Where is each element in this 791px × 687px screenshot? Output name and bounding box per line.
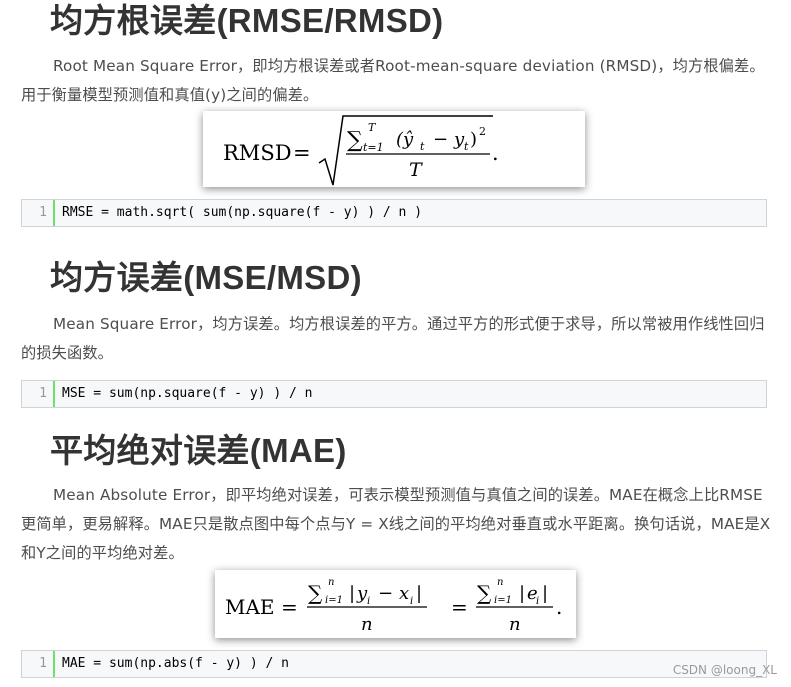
denominator-2: n — [509, 614, 521, 635]
sum-lower-limit-2: i=1 — [494, 595, 512, 606]
sum-lower-limit: i=1 — [325, 595, 343, 606]
mae-lhs: MAE — [225, 595, 275, 619]
heading-mse: 均方误差(MSE/MSD) — [50, 259, 362, 296]
sum-symbol-2: ∑ — [477, 581, 492, 605]
code-line: RMSE = math.sqrt( sum(np.square(f - y) )… — [62, 205, 423, 220]
minus-sign: − — [378, 583, 393, 604]
mae-formula: MAE = ∑ n i=1 | y i − x i | n = ∑ n i=1 … — [215, 570, 576, 638]
period: . — [556, 595, 562, 619]
rmsd-formula: RMSD = ∑ T t=1 (ŷ t − y t ) 2 T . — [203, 111, 585, 187]
abs-bar-left: | — [349, 583, 355, 604]
rmsd-lhs: RMSD — [223, 141, 292, 165]
heading-rmse: 均方根误差(RMSE/RMSD) — [50, 2, 444, 39]
line-number: 1 — [22, 200, 55, 226]
equals-2: = — [451, 595, 468, 619]
sum-upper-limit-2: n — [497, 577, 503, 588]
term-yhat: (ŷ — [396, 129, 414, 150]
sub-yhat: t — [420, 140, 425, 153]
abs-bar-right: | — [416, 583, 422, 604]
abs-bar-left-2: | — [519, 583, 525, 604]
sum-upper-limit: T — [368, 121, 377, 134]
heading-mae: 平均绝对误差(MAE) — [50, 432, 347, 469]
close-paren: ) — [470, 129, 477, 150]
sub-x: i — [410, 596, 413, 607]
code-block-mae: 1 MAE = sum(np.abs(f - y) ) / n — [21, 650, 767, 678]
abs-bar-right-2: | — [542, 583, 548, 604]
denominator-1: n — [361, 614, 373, 635]
paragraph-mse: Mean Square Error，均方误差。均方根误差的平方。通过平方的形式便… — [21, 315, 765, 362]
sum-upper-limit: n — [328, 577, 334, 588]
line-number: 1 — [22, 381, 55, 407]
watermark: CSDN @loong_XL — [672, 663, 777, 677]
paragraph-rmse: Root Mean Square Error，即均方根误差或者Root-mean… — [21, 57, 765, 104]
sum-symbol: ∑ — [347, 128, 363, 153]
term-x: x — [399, 583, 409, 604]
code-line: MAE = sum(np.abs(f - y) ) / n — [62, 656, 289, 671]
code-block-rmse: 1 RMSE = math.sqrt( sum(np.square(f - y)… — [21, 199, 767, 227]
rmsd-equals: = — [293, 141, 311, 165]
sub-y: t — [464, 140, 469, 153]
sub-e: i — [536, 596, 539, 607]
equals-1: = — [281, 595, 298, 619]
sub-y: i — [367, 596, 370, 607]
exponent: 2 — [479, 125, 486, 138]
minus-sign: − — [433, 129, 448, 150]
paragraph-mae: Mean Absolute Error，即平均绝对误差，可表示模型预测值与真值之… — [21, 486, 771, 562]
period: . — [492, 141, 499, 165]
sum-lower-limit: t=1 — [363, 141, 384, 154]
code-block-mse: 1 MSE = sum(np.square(f - y) ) / n — [21, 380, 767, 408]
code-line: MSE = sum(np.square(f - y) ) / n — [62, 386, 313, 401]
sum-symbol: ∑ — [308, 581, 323, 605]
denominator: T — [409, 159, 423, 181]
line-number: 1 — [22, 651, 55, 677]
